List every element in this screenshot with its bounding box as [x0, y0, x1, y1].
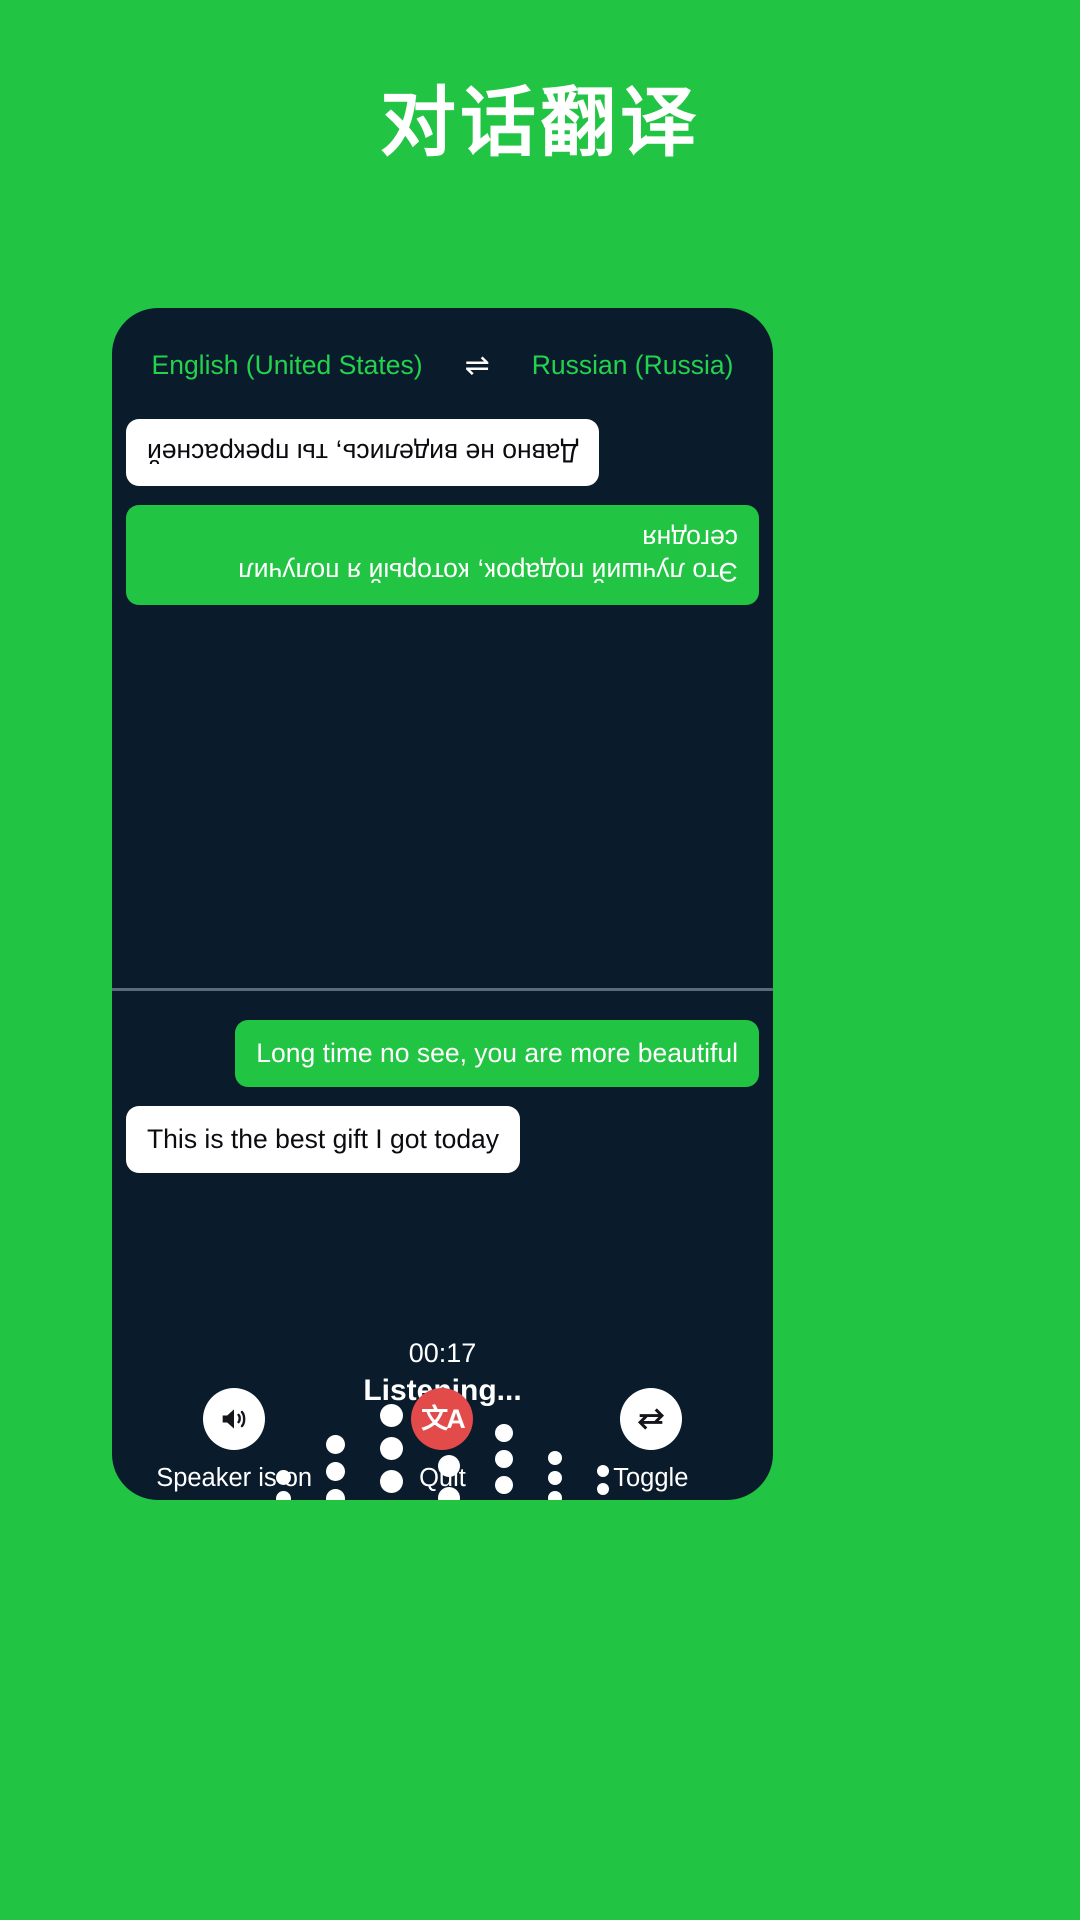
phone-card: English (United States) ⇌ Russian (Russi…	[112, 308, 773, 1500]
message-row: Это лучший подарок, который я получил се…	[126, 486, 759, 606]
speaker-toggle-button[interactable]: Speaker is on	[134, 1388, 334, 1493]
speaker-on-icon[interactable]	[203, 1388, 266, 1450]
source-language-selector[interactable]: English (United States)	[152, 350, 423, 381]
panel-divider	[112, 988, 773, 991]
message-bubble[interactable]: Long time no see, you are more beautiful	[235, 1020, 759, 1088]
message-bubble[interactable]: This is the best gift I got today	[126, 1106, 521, 1174]
remote-conversation-panel: Это лучший подарок, который я получил се…	[112, 390, 773, 988]
translate-icon[interactable]: 文A	[411, 1388, 474, 1450]
swap-arrows-icon[interactable]: ⇌	[465, 350, 490, 381]
message-bubble[interactable]: Это лучший подарок, который я получил се…	[126, 505, 759, 606]
page-title: 对话翻译	[380, 81, 700, 166]
quit-label: Quit	[419, 1464, 466, 1492]
language-bar: English (United States) ⇌ Russian (Russi…	[112, 350, 773, 381]
message-row: Long time no see, you are more beautiful	[126, 1020, 759, 1106]
translate-glyph: 文A	[421, 1403, 465, 1434]
speaker-toggle-label: Speaker is on	[156, 1464, 313, 1492]
recording-timer: 00:17	[408, 1338, 477, 1368]
repeat-arrows-icon[interactable]	[619, 1388, 682, 1450]
target-language-selector[interactable]: Russian (Russia)	[532, 350, 734, 381]
control-bar: Speaker is on 文A Quit Toggle	[112, 1388, 773, 1493]
toggle-direction-button[interactable]: Toggle	[551, 1388, 751, 1493]
message-row: Давно не виделись, ты прекрасней	[126, 400, 759, 487]
local-conversation-panel: Long time no see, you are more beautiful…	[112, 998, 773, 1318]
message-bubble[interactable]: Давно не виделись, ты прекрасней	[126, 419, 600, 487]
message-row: This is the best gift I got today	[126, 1106, 759, 1192]
screen-root: 对话翻译 English (United States) ⇌ Russian (…	[0, 0, 1080, 1920]
toggle-label: Toggle	[613, 1464, 689, 1492]
quit-button[interactable]: 文A Quit	[342, 1388, 542, 1493]
